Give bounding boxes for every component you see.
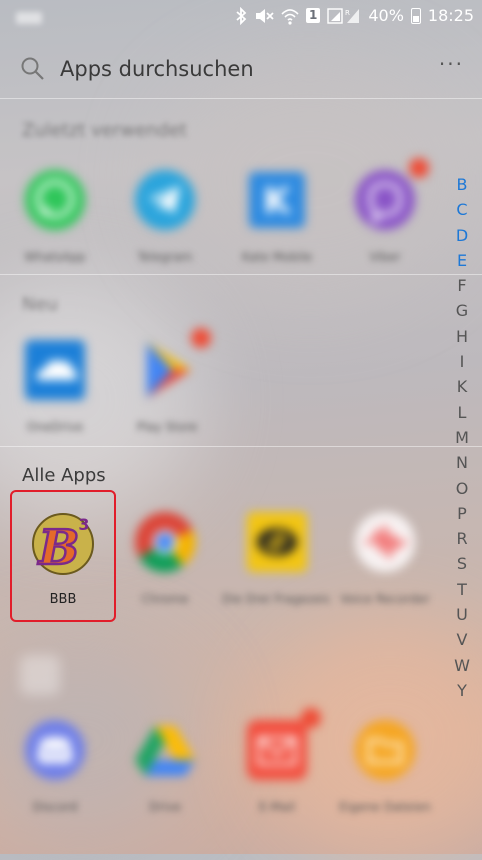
index-letter[interactable]: S (457, 551, 467, 576)
index-letter[interactable]: T (457, 577, 467, 602)
search-divider (0, 98, 482, 99)
app-discord[interactable]: Discord (0, 716, 110, 816)
index-letter[interactable]: F (457, 273, 466, 298)
index-letter[interactable]: P (457, 501, 467, 526)
app-label: Play Store (136, 420, 198, 434)
bluetooth-icon (235, 6, 247, 25)
app-email[interactable]: E-Mail (222, 708, 332, 816)
index-letter[interactable]: W (454, 653, 470, 678)
svg-text:R: R (345, 9, 350, 17)
kate-mobile-icon: K (243, 166, 311, 234)
index-letter[interactable]: R (456, 526, 467, 551)
section-all-apps-label: Alle Apps (22, 465, 106, 486)
app-label: Viber (369, 250, 401, 264)
app-viber[interactable]: Viber (330, 158, 440, 266)
notification-badge (191, 328, 211, 348)
index-letter[interactable]: E (457, 248, 467, 273)
index-letter[interactable]: C (456, 197, 467, 222)
wifi-icon (281, 7, 299, 25)
notification-icons (16, 12, 42, 24)
app-kate-mobile[interactable]: K Kate Mobile (222, 166, 332, 266)
index-letter[interactable]: B (457, 172, 468, 197)
notification-badge (301, 708, 321, 728)
app-telegram[interactable]: Telegram (110, 166, 220, 266)
app-label: Voice Recorder (340, 592, 430, 606)
section-divider (0, 274, 482, 275)
whatsapp-icon (21, 166, 89, 234)
drive-icon (131, 716, 199, 784)
status-bar: 1 R 40% 18:25 (0, 0, 482, 36)
svg-text:K: K (263, 181, 292, 222)
app-label: Discord (32, 800, 78, 814)
app-voice-recorder[interactable]: Voice Recorder (330, 508, 440, 608)
search-icon (20, 56, 46, 86)
clock: 18:25 (427, 6, 474, 25)
app-onedrive[interactable]: OneDrive (0, 336, 110, 436)
index-letter[interactable]: U (456, 602, 468, 627)
app-label: WhatsApp (24, 250, 86, 264)
index-letter[interactable]: Y (457, 678, 467, 703)
search-bar: ··· (0, 40, 482, 98)
app-my-files[interactable]: Eigene Dateien (330, 716, 440, 816)
app-die-drei-fragezeichen[interactable]: Die Drei Fragezeichen (222, 508, 332, 608)
app-label: E-Mail (258, 800, 296, 814)
signal-icon: R (327, 7, 361, 25)
battery-icon (410, 7, 421, 24)
index-letter[interactable]: L (458, 400, 467, 425)
folder-icon (351, 716, 419, 784)
ddf-icon (243, 508, 311, 576)
app-label: Kate Mobile (241, 250, 313, 264)
index-letter[interactable]: O (456, 476, 469, 501)
viber-icon (351, 158, 429, 234)
app-label: Chrome (141, 592, 189, 606)
onedrive-icon (21, 336, 89, 404)
search-input[interactable] (60, 54, 400, 84)
index-letter[interactable]: K (457, 374, 468, 399)
index-letter[interactable]: N (456, 450, 468, 475)
battery-percent: 40% (368, 6, 404, 25)
mute-icon (254, 7, 274, 25)
index-letter[interactable]: I (460, 349, 465, 374)
sim-slot-badge: 1 (305, 8, 321, 23)
index-letter[interactable]: H (456, 324, 468, 349)
alphabet-index[interactable]: BCDEFGHIKLMNOPRSTUVWY (452, 172, 472, 703)
app-label: Eigene Dateien (339, 800, 431, 814)
app-label: Die Drei Fragezeichen (222, 592, 332, 606)
app-chrome[interactable]: Chrome (110, 508, 220, 608)
index-letter[interactable]: V (457, 627, 468, 652)
more-options-button[interactable]: ··· (439, 52, 464, 76)
index-letter[interactable]: M (455, 425, 469, 450)
chrome-icon (131, 508, 199, 576)
discord-icon (21, 716, 89, 784)
index-letter[interactable]: G (456, 298, 468, 323)
section-divider (0, 446, 482, 447)
selection-highlight (10, 490, 116, 622)
app-drive[interactable]: Drive (110, 716, 220, 816)
section-recent-label: Zuletzt verwendet (22, 120, 187, 141)
play-store-icon (133, 328, 211, 404)
voice-recorder-icon (351, 508, 419, 576)
app-whatsapp[interactable]: WhatsApp (0, 166, 110, 266)
telegram-icon (131, 166, 199, 234)
app-play-store[interactable]: Play Store (112, 328, 222, 436)
email-icon (243, 708, 321, 784)
app-label: Telegram (137, 250, 193, 264)
section-new-label: Neu (22, 294, 58, 315)
index-letter[interactable]: D (456, 223, 468, 248)
app-label: Drive (149, 800, 181, 814)
app-label: OneDrive (26, 420, 84, 434)
notification-badge (409, 158, 429, 178)
folder-placeholder (20, 655, 60, 695)
